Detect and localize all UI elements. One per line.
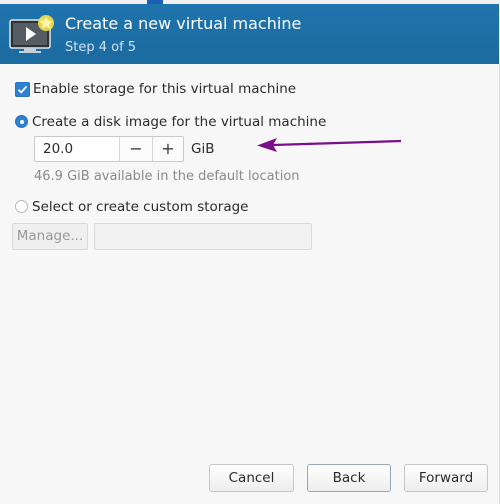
custom-storage-label[interactable]: Select or create custom storage [32, 199, 248, 215]
disk-size-unit: GiB [191, 141, 215, 157]
wizard-content [0, 64, 500, 504]
wizard-header: Create a new virtual machine Step 4 of 5 [0, 4, 499, 64]
create-disk-label[interactable]: Create a disk image for the virtual mach… [32, 114, 326, 130]
vm-monitor-play-icon [9, 15, 54, 53]
custom-storage-path-field[interactable] [94, 223, 312, 250]
cancel-button[interactable]: Cancel [209, 464, 294, 492]
disk-size-input[interactable]: 20.0 [35, 137, 120, 161]
manage-storage-button[interactable]: Manage... [12, 223, 88, 250]
wizard-step-indicator: Step 4 of 5 [65, 40, 137, 55]
forward-button[interactable]: Forward [404, 464, 488, 492]
enable-storage-label[interactable]: Enable storage for this virtual machine [33, 81, 296, 97]
disk-size-spinner[interactable]: 20.0 − + [34, 136, 184, 162]
checkmark-icon [17, 85, 28, 94]
wizard-title: Create a new virtual machine [65, 14, 302, 33]
increase-size-button[interactable]: + [153, 137, 183, 161]
create-disk-radio[interactable] [15, 115, 28, 128]
enable-storage-checkbox[interactable] [15, 82, 30, 97]
decrease-size-button[interactable]: − [120, 137, 153, 161]
custom-storage-radio[interactable] [15, 200, 28, 213]
available-space-text: 46.9 GiB available in the default locati… [34, 169, 300, 184]
back-button[interactable]: Back [307, 464, 391, 492]
annotation-arrow-icon [257, 138, 402, 152]
